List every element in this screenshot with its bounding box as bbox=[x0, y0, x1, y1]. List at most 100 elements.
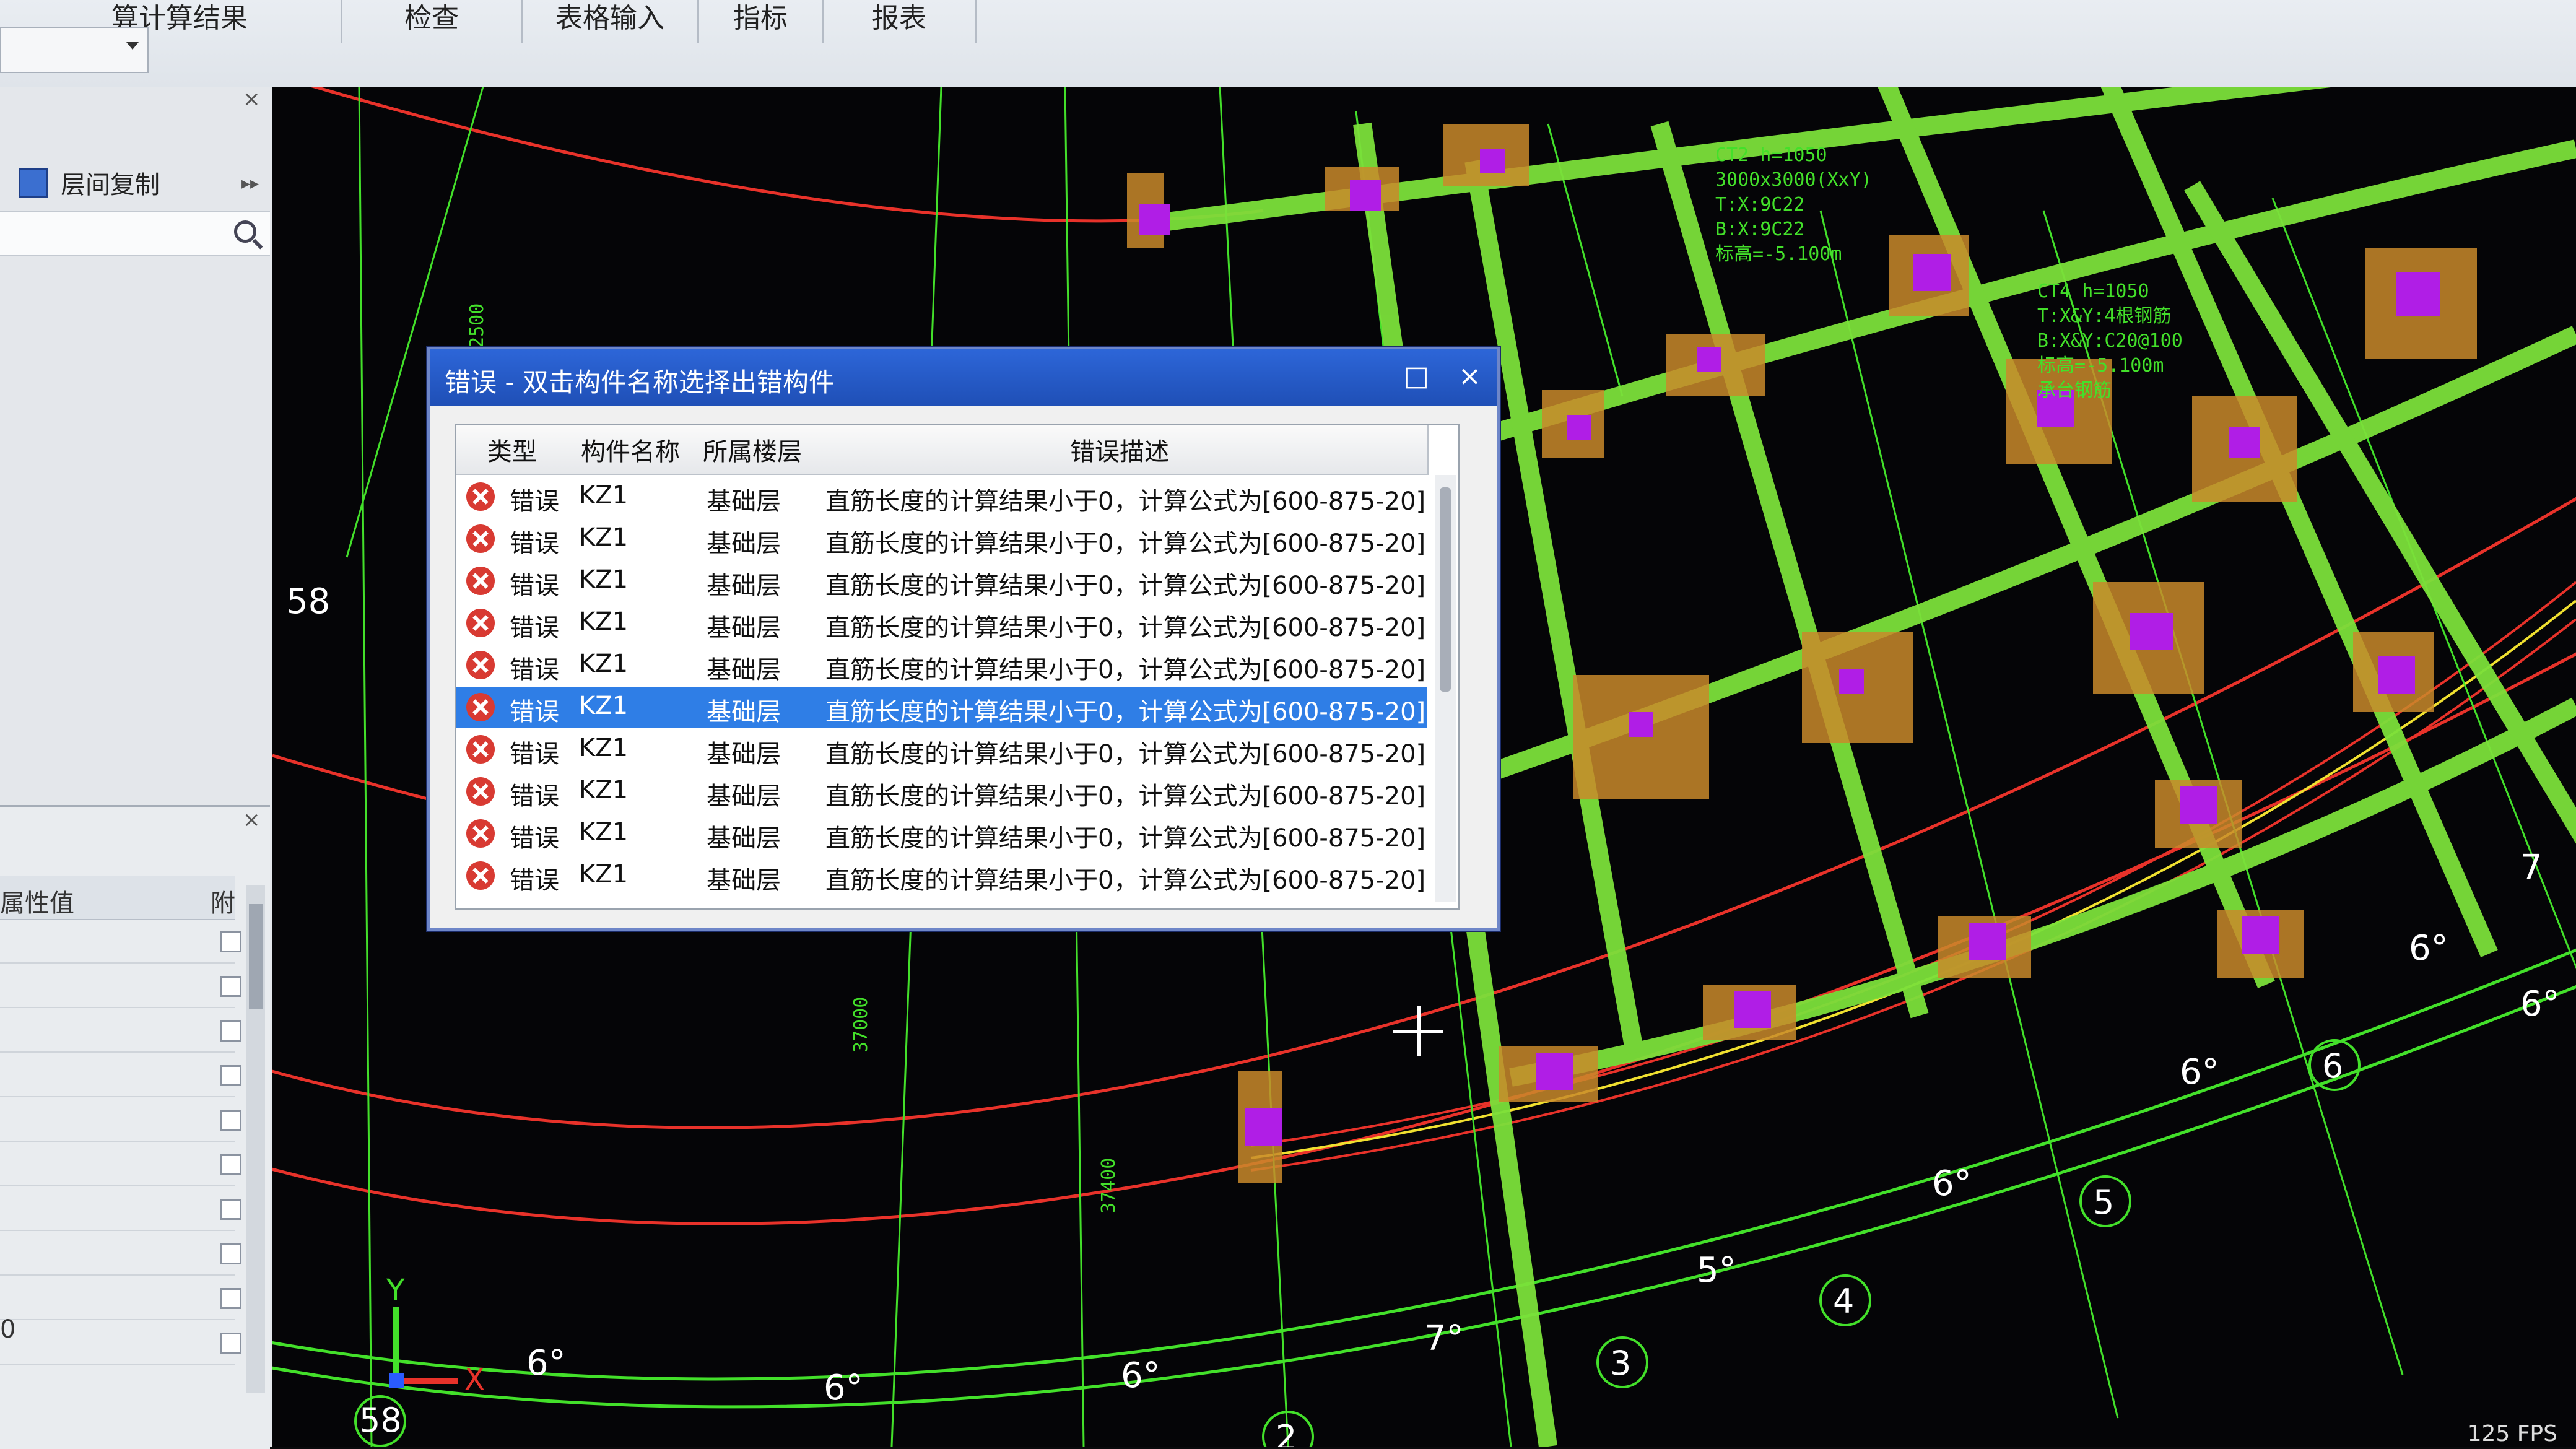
property-row[interactable] bbox=[0, 1008, 242, 1053]
column bbox=[1139, 204, 1170, 235]
floor-copy-item[interactable]: 层间复制 ▸▸ bbox=[19, 161, 259, 204]
annotation-text: T:X&Y:4根钢筋 bbox=[2037, 305, 2171, 327]
crosshair-cursor bbox=[1393, 1006, 1443, 1056]
annotation-text: B:X&Y:C20@100 bbox=[2037, 330, 2183, 352]
scroll-thumb[interactable] bbox=[1440, 487, 1451, 692]
search-input[interactable] bbox=[0, 211, 270, 256]
cell-name[interactable]: KZ1 bbox=[579, 734, 628, 762]
property-checkbox[interactable] bbox=[220, 1154, 242, 1175]
cell-type: 错误 bbox=[510, 487, 559, 516]
property-checkbox[interactable] bbox=[220, 931, 242, 952]
error-row[interactable]: 错误 KZ1 基础层 直筋长度的计算结果小于0，计算公式为[600-875-20] bbox=[456, 687, 1427, 728]
property-row[interactable] bbox=[0, 1276, 242, 1320]
column bbox=[1536, 1053, 1573, 1090]
cell-desc: 直筋长度的计算结果小于0，计算公式为[600-875-20] bbox=[825, 656, 1426, 684]
cell-desc: 直筋长度的计算结果小于0，计算公式为[600-875-20] bbox=[825, 698, 1426, 726]
cell-name[interactable]: KZ1 bbox=[579, 650, 628, 678]
cell-name[interactable]: KZ1 bbox=[579, 481, 628, 510]
cell-floor: 基础层 bbox=[707, 866, 781, 895]
close-button[interactable]: × bbox=[1458, 360, 1481, 392]
property-close-button[interactable]: × bbox=[243, 807, 261, 832]
property-checkbox[interactable] bbox=[220, 1199, 242, 1220]
property-row[interactable] bbox=[0, 964, 242, 1008]
property-row[interactable] bbox=[0, 919, 242, 964]
error-row[interactable]: 错误 KZ1 基础层 直筋长度的计算结果小于0，计算公式为[600-875-20] bbox=[456, 855, 1427, 896]
error-icon bbox=[466, 567, 495, 595]
ribbon-tab[interactable]: 检查 bbox=[342, 0, 523, 43]
error-row[interactable]: 错误 KZ1 基础层 直筋长度的计算结果小于0，计算公式为[600-875-20] bbox=[456, 645, 1427, 685]
dimension-text: 37000 bbox=[850, 997, 872, 1053]
cell-type: 错误 bbox=[510, 782, 559, 811]
cell-type: 错误 bbox=[510, 529, 559, 558]
col-header-type[interactable]: 类型 bbox=[456, 425, 569, 475]
cell-name[interactable]: KZ1 bbox=[579, 692, 628, 720]
cell-name[interactable]: KZ1 bbox=[579, 818, 628, 846]
property-checkbox[interactable] bbox=[220, 1288, 242, 1309]
error-row[interactable]: 错误 KZ1 基础层 直筋长度的计算结果小于0，计算公式为[600-875-20] bbox=[456, 476, 1427, 517]
property-checkbox[interactable] bbox=[220, 1110, 242, 1131]
ribbon-tab[interactable]: 表格输入 bbox=[523, 0, 699, 43]
cell-desc: 直筋长度的计算结果小于0，计算公式为[600-875-20] bbox=[825, 782, 1426, 811]
col-header-desc[interactable]: 错误描述 bbox=[812, 425, 1429, 475]
property-row[interactable] bbox=[0, 1320, 242, 1365]
search-icon[interactable] bbox=[234, 220, 256, 243]
scroll-thumb[interactable] bbox=[249, 904, 263, 1009]
property-checkbox[interactable] bbox=[220, 1065, 242, 1086]
axis-numbers: 2 3 4 5 6 58 bbox=[359, 1046, 2343, 1447]
property-checkbox[interactable] bbox=[220, 976, 242, 997]
expand-arrow-icon[interactable]: ▸▸ bbox=[242, 173, 259, 193]
cell-type: 错误 bbox=[510, 698, 559, 726]
chevron-down-icon bbox=[126, 42, 139, 50]
cell-name[interactable]: KZ1 bbox=[579, 607, 628, 636]
ribbon-tab[interactable]: 报表 bbox=[824, 0, 977, 43]
error-row[interactable]: 错误 KZ1 基础层 直筋长度的计算结果小于0，计算公式为[600-875-20] bbox=[456, 813, 1427, 854]
property-row[interactable] bbox=[0, 1097, 242, 1142]
property-row[interactable] bbox=[0, 1186, 242, 1231]
error-row[interactable]: 错误 KZ1 基础层 直筋长度的计算结果小于0，计算公式为[600-875-20] bbox=[456, 729, 1427, 770]
error-icon bbox=[466, 524, 495, 553]
cell-name[interactable]: KZ1 bbox=[579, 860, 628, 889]
property-row[interactable] bbox=[0, 1231, 242, 1276]
error-icon bbox=[466, 482, 495, 511]
panel-close-button[interactable]: × bbox=[243, 87, 261, 111]
property-checkbox[interactable] bbox=[220, 1243, 242, 1264]
error-row[interactable]: 错误 KZ1 基础层 直筋长度的计算结果小于0，计算公式为[600-875-20] bbox=[456, 560, 1427, 601]
col-header-floor[interactable]: 所属楼层 bbox=[693, 425, 813, 475]
error-row[interactable]: 错误 KZ1 基础层 直筋长度的计算结果小于0，计算公式为[600-875-20] bbox=[456, 603, 1427, 643]
cell-name[interactable]: KZ1 bbox=[579, 565, 628, 594]
property-scrollbar[interactable] bbox=[246, 886, 265, 1393]
column bbox=[1480, 149, 1505, 173]
column bbox=[2180, 786, 2217, 824]
col-header-name[interactable]: 构件名称 bbox=[568, 425, 694, 475]
error-icon bbox=[466, 861, 495, 890]
annotation-text: T:X:9C22 bbox=[1715, 194, 1805, 215]
axis-circles bbox=[354, 1039, 2361, 1447]
annotation-text: CT2 h=1050 bbox=[1715, 144, 1827, 166]
property-panel: × 属性值 附 0 bbox=[0, 805, 270, 1449]
cell-floor: 基础层 bbox=[707, 614, 781, 642]
axis-number: 58 bbox=[359, 1401, 402, 1440]
axis-number: 2 bbox=[1276, 1418, 1297, 1447]
property-checkbox[interactable] bbox=[220, 1333, 242, 1354]
ucs-icon: X Y bbox=[386, 1273, 485, 1397]
error-icon bbox=[466, 693, 495, 721]
property-checkbox[interactable] bbox=[220, 1020, 242, 1042]
angle-label: 7° bbox=[1424, 1318, 1464, 1359]
dialog-title: 错误 - 双击构件名称选择出错构件 bbox=[445, 367, 835, 398]
floor-selector-combo[interactable] bbox=[0, 27, 149, 73]
cell-name[interactable]: KZ1 bbox=[579, 523, 628, 552]
cell-type: 错误 bbox=[510, 866, 559, 895]
column bbox=[2242, 916, 2279, 954]
error-row[interactable]: 错误 KZ1 基础层 直筋长度的计算结果小于0，计算公式为[600-875-20] bbox=[456, 771, 1427, 812]
property-row[interactable] bbox=[0, 1053, 242, 1097]
grid-axis bbox=[358, 87, 373, 1447]
ribbon-tab[interactable]: 指标 bbox=[698, 0, 824, 43]
dialog-title-bar[interactable]: 错误 - 双击构件名称选择出错构件 □ × bbox=[430, 349, 1497, 406]
table-scrollbar[interactable] bbox=[1435, 475, 1456, 902]
restore-button[interactable]: □ bbox=[1403, 360, 1429, 392]
property-row[interactable] bbox=[0, 1142, 242, 1186]
cell-name[interactable]: KZ1 bbox=[579, 776, 628, 804]
column bbox=[1697, 347, 1721, 372]
error-row[interactable]: 错误 KZ1 基础层 直筋长度的计算结果小于0，计算公式为[600-875-20] bbox=[456, 518, 1427, 559]
angle-label: 5° bbox=[1697, 1250, 1736, 1290]
